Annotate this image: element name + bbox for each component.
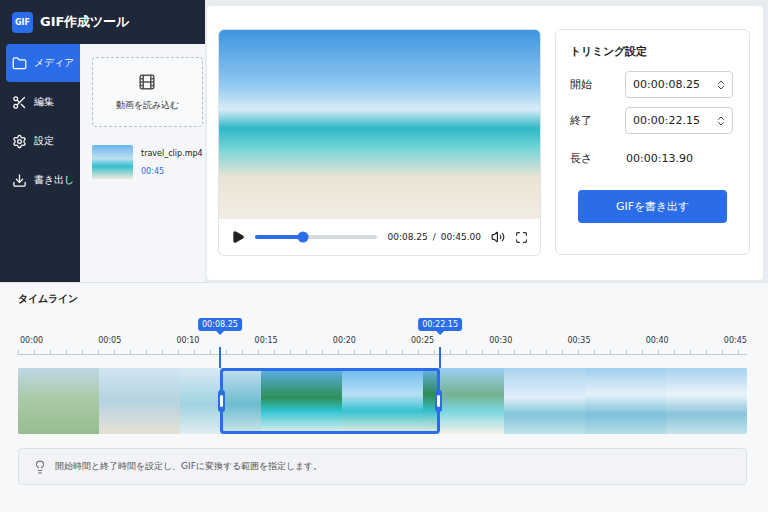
ruler — [18, 347, 747, 368]
film-icon — [138, 73, 156, 91]
sidebar-item[interactable]: 編集 — [6, 83, 80, 121]
sidebar: メディア編集設定書き出し — [0, 44, 80, 282]
app-header: GIF GIF作成ツール — [0, 0, 205, 44]
film-frame — [342, 368, 423, 434]
seek-fill — [255, 235, 303, 239]
media-file-name: travel_clip.mp4 — [141, 149, 203, 158]
unselected-left — [18, 368, 220, 434]
seek-slider[interactable] — [255, 235, 377, 239]
time-field-value: 00:00:22.15 — [633, 114, 700, 127]
ruler-label: 00:35 — [567, 336, 590, 347]
hint-text: 開始時間と終了時間を設定し、GIFに変換する範囲を指定します。 — [55, 460, 322, 473]
hint-box: 開始時間と終了時間を設定し、GIFに変換する範囲を指定します。 — [18, 448, 747, 485]
ruler-label: 00:00 — [20, 336, 43, 347]
video-preview — [219, 30, 540, 219]
main-card: 00:08.25 / 00:45.00 トリミング設定開始 00:00:08.25 終了 0… — [207, 6, 763, 280]
app-logo: GIF — [12, 12, 33, 33]
ruler-label: 00:15 — [255, 336, 278, 347]
app-title: GIF作成ツール — [40, 13, 129, 31]
fullscreen-icon — [515, 231, 528, 244]
ruler-label: 00:45 — [724, 336, 747, 347]
marker-lane: 00:08.25 00:22.15 — [18, 318, 747, 336]
media-file[interactable]: travel_clip.mp4 00:45 — [92, 145, 203, 179]
start-marker[interactable]: 00:08.25 — [198, 318, 242, 331]
current-time: 00:08.25 — [387, 232, 427, 242]
timeline-title: タイムライン — [18, 292, 747, 306]
import-button[interactable]: 動画を読み込む — [92, 57, 203, 127]
gear-icon — [12, 134, 27, 149]
stepper-icon[interactable] — [715, 115, 727, 127]
selection-range[interactable] — [220, 368, 440, 434]
fullscreen-button[interactable] — [515, 231, 528, 244]
ruler-label: 00:25 — [411, 336, 434, 347]
end-handle[interactable] — [435, 390, 442, 412]
volume-button[interactable] — [491, 230, 505, 244]
end-marker[interactable]: 00:22.15 — [418, 318, 462, 331]
ruler-label: 00:05 — [98, 336, 121, 347]
video-player: 00:08.25 / 00:45.00 — [218, 29, 541, 256]
download-icon — [12, 173, 27, 188]
export-button[interactable]: GIFを書き出す — [578, 190, 727, 223]
ruler-ticks — [18, 347, 747, 355]
end-marker-line — [439, 347, 441, 368]
sidebar-item[interactable]: 設定 — [6, 122, 80, 160]
media-panel: 動画を読み込む travel_clip.mp4 00:45 — [80, 44, 215, 282]
time-field-value: 00:00:08.25 — [633, 78, 700, 91]
play-icon — [231, 230, 245, 244]
media-thumbnail — [92, 145, 133, 179]
trim-label: 開始 — [570, 77, 592, 92]
sidebar-item-label: 設定 — [34, 134, 54, 148]
main-area: 00:08.25 / 00:45.00 トリミング設定開始 00:00:08.25 終了 0… — [205, 0, 768, 282]
length-value: 00:00:13.90 — [626, 152, 693, 165]
trim-row: 終了 00:00:22.15 — [570, 107, 733, 134]
stepper-icon[interactable] — [715, 79, 727, 91]
unselected-right — [440, 368, 747, 434]
film-frame — [261, 368, 342, 434]
timeline: タイムライン00:08.2500:22.1500:0000:0500:1000:… — [0, 282, 768, 512]
sidebar-item[interactable]: メディア — [6, 44, 80, 82]
total-time: 00:45.00 — [441, 232, 481, 242]
play-button[interactable] — [231, 230, 245, 244]
start-handle[interactable] — [218, 390, 225, 412]
time-display: 00:08.25 / 00:45.00 — [387, 232, 481, 242]
sidebar-item-label: メディア — [34, 56, 74, 70]
scissors-icon — [12, 95, 27, 110]
length-label: 長さ — [570, 151, 626, 166]
seek-thumb[interactable] — [297, 232, 308, 243]
ruler-label: 00:30 — [489, 336, 512, 347]
ruler-label: 00:10 — [176, 336, 199, 347]
folder-icon — [12, 56, 27, 71]
start-marker-line — [219, 347, 221, 368]
time-separator: / — [433, 232, 436, 242]
app: GIF GIF作成ツールメディア編集設定書き出し 動画を読み込む travel_cli… — [0, 0, 768, 512]
filmstrip — [18, 368, 747, 434]
media-file-duration: 00:45 — [141, 167, 203, 176]
time-field[interactable]: 00:00:08.25 — [625, 71, 733, 98]
left-column: GIF GIF作成ツールメディア編集設定書き出し 動画を読み込む travel_cli… — [0, 0, 205, 282]
trim-label: 終了 — [570, 113, 592, 128]
lightbulb-icon — [33, 460, 47, 474]
sidebar-item[interactable]: 書き出し — [6, 161, 80, 199]
trim-title: トリミング設定 — [570, 44, 733, 59]
time-field[interactable]: 00:00:22.15 — [625, 107, 733, 134]
sidebar-item-label: 書き出し — [34, 173, 74, 187]
media-file-info: travel_clip.mp4 00:45 — [141, 145, 203, 176]
import-button-label: 動画を読み込む — [116, 99, 179, 112]
volume-icon — [491, 230, 505, 244]
ruler-label: 00:20 — [333, 336, 356, 347]
length-row: 長さ00:00:13.90 — [570, 151, 733, 166]
ruler-labels: 00:00 00:05 00:10 00:15 00:20 00:25 00:30 00:35… — [18, 336, 747, 347]
top-area: GIF GIF作成ツールメディア編集設定書き出し 動画を読み込む travel_cli… — [0, 0, 768, 282]
sidebar-item-label: 編集 — [34, 95, 54, 109]
trim-row: 開始 00:00:08.25 — [570, 71, 733, 98]
ruler-label: 00:40 — [646, 336, 669, 347]
trim-settings: トリミング設定開始 00:00:08.25 終了 00:00:22.15 長さ00:00… — [555, 29, 750, 255]
left-body: メディア編集設定書き出し 動画を読み込む travel_clip.mp4 00:45 — [0, 44, 205, 282]
timeline-track: 00:08.25 00:22.15 00:00 00:05 00:10 00:15 00:2… — [18, 318, 747, 434]
player-controls: 00:08.25 / 00:45.00 — [219, 219, 540, 255]
